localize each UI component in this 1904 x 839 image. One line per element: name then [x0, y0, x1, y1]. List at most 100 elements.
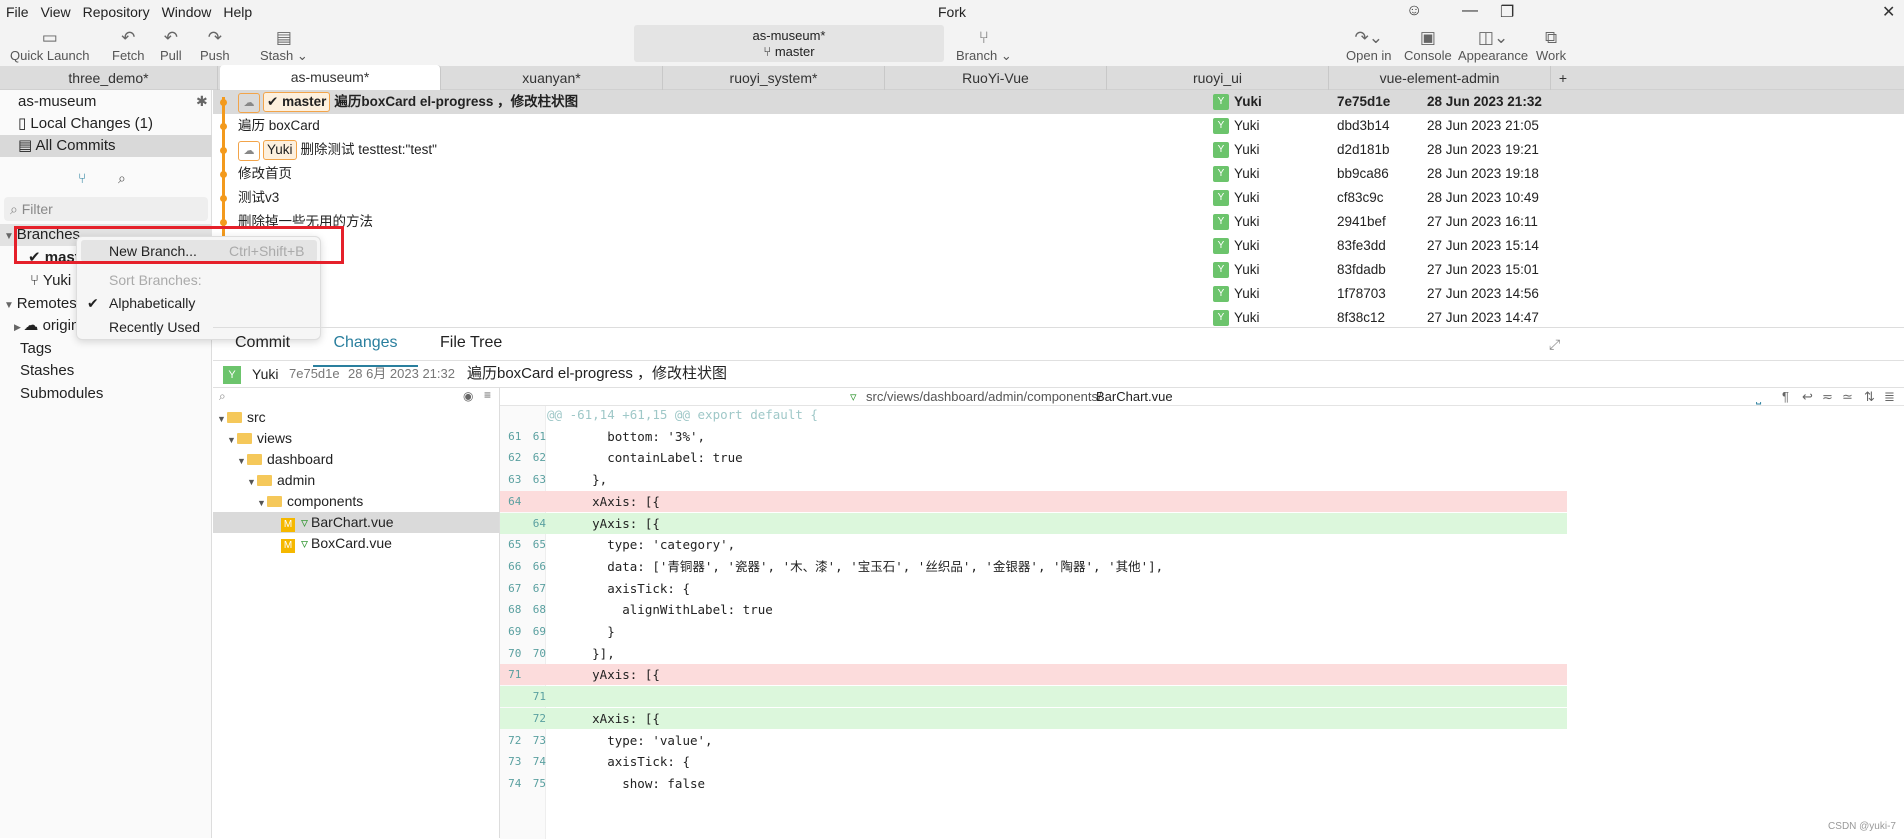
close-button[interactable]: ✕ [1882, 2, 1895, 22]
new-line-number: 70 [532, 646, 546, 660]
stash-button[interactable]: ▤ Stash ⌄ [260, 28, 308, 64]
new-line-number: 75 [532, 776, 546, 790]
console-icon: ▣ [1419, 28, 1436, 47]
collapse-icon[interactable]: ≂ [1822, 388, 1833, 406]
sidebar-item-stashes[interactable]: Stashes [0, 360, 212, 382]
line-code: type: 'category', [547, 537, 736, 553]
expand-triangle-icon[interactable]: ▼ [237, 451, 247, 472]
new-line-number: 72 [532, 711, 546, 725]
whitespace-icon[interactable]: ⎵ [1756, 388, 1761, 406]
tab-as-museum[interactable]: as-museum* [220, 65, 441, 91]
chevron-down-icon[interactable]: ⌄ [1001, 48, 1012, 63]
tree-folder[interactable]: ▼ dashboard [213, 449, 499, 470]
graph-line [222, 97, 225, 237]
open-in-button[interactable]: ↷⌄ Open in [1346, 28, 1392, 63]
push-button[interactable]: ↷ Push [200, 28, 230, 63]
commit-row[interactable]: 删除掉一些无用的方法 Y Yuki 2941bef 27 Jun 2023 16:11 [213, 210, 1904, 234]
commit-row[interactable]: 遍历 boxCard Y Yuki dbd3b14 28 Jun 2023 21:05 [213, 114, 1904, 138]
push-icon: ↷ [207, 28, 222, 47]
branch-button[interactable]: ⑂ Branch ⌄ [956, 28, 1012, 64]
line-numbers: 71 [500, 686, 546, 707]
pull-button[interactable]: ↶ Pull [160, 28, 182, 63]
branch-label: Branch [956, 48, 998, 63]
tree-file[interactable]: M ▿ BarChart.vue [213, 512, 499, 533]
tree-folder[interactable]: ▼ components [213, 491, 499, 512]
commit-row[interactable]: 测试v3 Y Yuki cf83c9c 28 Jun 2023 10:49 [213, 186, 1904, 210]
wrap-icon[interactable]: ↩ [1802, 388, 1813, 406]
expand-triangle-icon[interactable]: ▼ [217, 409, 227, 430]
appearance-button[interactable]: ◫⌄ Appearance [1458, 28, 1528, 63]
tree-item-name: BarChart.vue [311, 514, 394, 530]
expand-icon[interactable]: ⤢ [1549, 336, 1560, 353]
tab-xuanyan[interactable]: xuanyan* [441, 66, 663, 90]
fetch-icon: ↶ [121, 28, 136, 47]
line-numbers: 64 [500, 491, 546, 512]
new-line-number: 69 [532, 625, 546, 638]
tree-folder[interactable]: ▼ views [213, 428, 499, 449]
diff-line: 63 63 }, [500, 469, 1567, 490]
list-options-icon[interactable]: ≡ [484, 388, 491, 402]
commit-row[interactable]: Y Yuki 83fdadb 27 Jun 2023 15:01 [213, 258, 1904, 282]
sidebar-item-local-changes[interactable]: ▯ Local Changes (1) [0, 113, 212, 135]
tab-ruoyi-vue[interactable]: RuoYi-Vue [885, 66, 1107, 90]
diff-line: 71 yAxis: [{ [500, 664, 1567, 686]
expand-triangle-icon[interactable]: ▼ [227, 430, 237, 451]
new-line-number: 64 [532, 516, 546, 530]
pilcrow-icon[interactable]: ¶ [1782, 388, 1789, 406]
search-icon[interactable]: ⌕ [219, 389, 226, 404]
tree-file[interactable]: M ▿ BoxCard.vue [213, 533, 499, 554]
menu-item-alphabetically[interactable]: ✔ Alphabetically [81, 292, 317, 314]
commit-message: 修改首页 [238, 166, 292, 181]
sidebar-item-submodules[interactable]: Submodules [0, 383, 212, 405]
line-code: data: ['青铜器', '瓷器', '木、漆', '宝玉石', '丝织品',… [547, 558, 1164, 574]
line-code: yAxis: [{ [547, 515, 660, 531]
pull-label: Pull [160, 48, 182, 63]
branch-badge[interactable]: Yuki [263, 140, 297, 160]
line-numbers: 71 [500, 664, 546, 685]
search-icon[interactable]: ⌕ [118, 170, 126, 187]
filter-input[interactable]: ⌕ Filter [4, 197, 208, 221]
eye-icon[interactable]: ◉ [463, 389, 473, 403]
minimize-button[interactable]: — [1462, 2, 1478, 20]
tab-ruoyi-system[interactable]: ruoyi_system* [663, 66, 885, 90]
feedback-smiley-icon[interactable]: ☺ [1406, 2, 1422, 20]
quick-launch-button[interactable]: ▭ Quick Launch [10, 28, 90, 63]
tab-three-demo[interactable]: three_demo* [0, 66, 218, 90]
expand-triangle-icon[interactable]: ▼ [247, 472, 257, 493]
new-line-number: 67 [532, 581, 546, 595]
tab-file-tree[interactable]: File Tree [440, 334, 502, 360]
commit-row[interactable]: 修改首页 Y Yuki bb9ca86 28 Jun 2023 19:18 [213, 162, 1904, 186]
gear-icon[interactable]: ✱ [196, 93, 208, 110]
folder-icon [247, 454, 262, 465]
diff-mode-icon[interactable]: ≣ [1884, 388, 1895, 406]
branch-view-icon[interactable]: ⑂ [78, 170, 86, 186]
repo-title: as-museum [18, 93, 97, 110]
console-button[interactable]: ▣ Console [1404, 28, 1452, 63]
commit-row[interactable]: Y Yuki 83fe3dd 27 Jun 2023 15:14 [213, 234, 1904, 258]
tab-commit[interactable]: Commit [235, 334, 290, 360]
fetch-button[interactable]: ↶ Fetch [112, 28, 145, 63]
sidebar-item-tags[interactable]: Tags [0, 338, 212, 360]
tree-folder[interactable]: ▼ src [213, 407, 499, 428]
commit-author: Yuki [1234, 214, 1260, 229]
expand-lines-icon[interactable]: ≃ [1842, 388, 1853, 406]
branch-badge[interactable]: ✔ master [263, 92, 331, 112]
expand-triangle-icon[interactable]: ▼ [257, 493, 267, 514]
commit-row[interactable]: ☁ Yuki 删除测试 testtest:"test" Y Yuki d2d181b 28 … [213, 138, 1904, 162]
sidebar-item-all-commits[interactable]: ▤ All Commits [0, 135, 212, 157]
tree-folder[interactable]: ▼ admin [213, 470, 499, 491]
add-tab-button[interactable]: + [1553, 66, 1573, 90]
line-code: @@ -61,14 +61,15 @@ export default { [547, 407, 818, 422]
commit-row[interactable]: ☁ ✔ master 遍历boxCard el-progress ，修改柱状图 Y Yu… [213, 90, 1904, 114]
repository-selector[interactable]: as-museum* ⑂ master [634, 25, 944, 62]
commit-sha[interactable]: 7e75d1e [289, 361, 340, 387]
chevron-down-icon[interactable]: ⌄ [297, 48, 308, 63]
tab-ruoyi-ui[interactable]: ruoyi_ui [1107, 66, 1329, 90]
tab-vue-element-admin[interactable]: vue-element-admin [1329, 66, 1551, 90]
workspaces-button[interactable]: ⧉ Work [1536, 28, 1566, 63]
commit-row[interactable]: Y Yuki 1f78703 27 Jun 2023 14:56 [213, 282, 1904, 306]
appearance-label: Appearance [1458, 48, 1529, 63]
maximize-button[interactable]: ❐ [1500, 2, 1514, 22]
avatar: Y [1213, 286, 1229, 302]
diff-context-icon[interactable]: ⇅ [1864, 388, 1875, 406]
